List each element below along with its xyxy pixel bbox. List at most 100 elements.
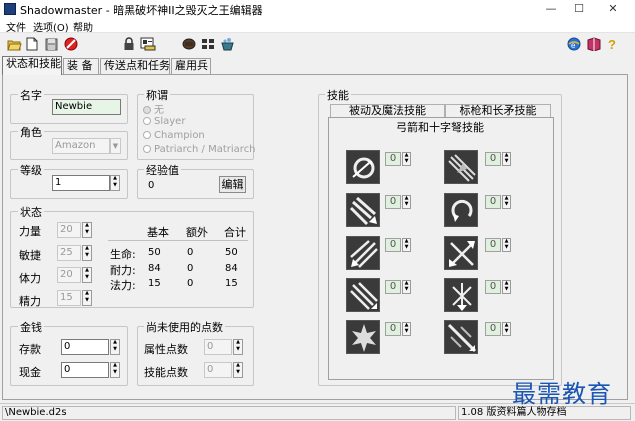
inventory-gold-stepper[interactable]: ▲ ▼: [110, 362, 120, 378]
freezing-arrow-skill-level[interactable]: 0: [485, 322, 501, 336]
gold-label: 金钱: [18, 319, 44, 335]
freezing-arrow-skill-icon[interactable]: [444, 320, 478, 354]
stash-gold-stepper[interactable]: ▲ ▼: [110, 339, 120, 355]
dexterity-stepper[interactable]: ▲ ▼: [82, 245, 92, 261]
multiple-shot-skill-icon[interactable]: [444, 193, 478, 227]
exploding-arrow-skill-icon[interactable]: [346, 236, 380, 270]
stamina-label: 耐力:: [110, 264, 136, 277]
title-option-label: Slayer: [154, 116, 186, 127]
close-button[interactable]: ✕: [600, 1, 626, 17]
maximize-button[interactable]: ☐: [566, 1, 592, 17]
text-block-icon[interactable]: [200, 36, 216, 52]
cancel-icon[interactable]: [63, 36, 79, 52]
fire-arrow-skill-level[interactable]: 0: [485, 152, 501, 166]
strafe-skill-icon[interactable]: [346, 320, 380, 354]
name-input[interactable]: Newbie: [52, 99, 121, 115]
ie-globe-icon[interactable]: e: [566, 36, 582, 52]
immolation-arrow-skill-stepper[interactable]: ▲ ▼: [502, 280, 511, 294]
menu-bar: 文件 选项(O) 帮助: [0, 18, 635, 34]
life-base: 50: [148, 247, 161, 258]
immolation-arrow-skill-icon[interactable]: [444, 278, 478, 312]
exploding-arrow-skill-stepper[interactable]: ▲ ▼: [402, 238, 411, 252]
skill-tab-bow-crossbow[interactable]: 弓箭和十字弩技能: [396, 119, 484, 135]
freezing-arrow-skill-stepper[interactable]: ▲ ▼: [502, 322, 511, 336]
magic-arrow-skill-stepper[interactable]: ▲ ▼: [402, 152, 411, 166]
vitality-input[interactable]: 20: [57, 267, 81, 283]
cold-arrow-skill-level[interactable]: 0: [385, 195, 401, 209]
tab-waypoints-quests[interactable]: 传送点和任务: [100, 58, 170, 74]
menu-options[interactable]: 选项(O): [33, 19, 69, 34]
tab-mercenary[interactable]: 雇用兵: [171, 58, 211, 74]
fire-arrow-skill-icon[interactable]: [444, 150, 478, 184]
help-question-icon[interactable]: ?: [604, 36, 620, 52]
stat-points-stepper[interactable]: ▲ ▼: [233, 339, 243, 355]
immolation-arrow-skill-level[interactable]: 0: [485, 280, 501, 294]
stash-gold-input[interactable]: 0: [61, 339, 109, 355]
fist-icon[interactable]: [181, 36, 197, 52]
energy-input[interactable]: 15: [57, 290, 81, 306]
stash-gold-label: 存款: [19, 343, 41, 356]
cauldron-icon[interactable]: [219, 36, 235, 52]
cold-arrow-skill-icon[interactable]: [346, 193, 380, 227]
skill-points-stepper[interactable]: ▲ ▼: [233, 362, 243, 378]
stamina-extra: 0: [187, 263, 194, 274]
strength-stepper[interactable]: ▲ ▼: [82, 222, 92, 238]
level-stepper[interactable]: ▲ ▼: [110, 175, 120, 191]
skill-points-input[interactable]: 0: [204, 362, 232, 378]
tab-equipment[interactable]: 装 备: [63, 58, 99, 74]
strafe-skill-stepper[interactable]: ▲ ▼: [402, 322, 411, 336]
magic-arrow-skill-icon[interactable]: [346, 150, 380, 184]
guided-arrow-skill-icon[interactable]: [346, 278, 380, 312]
cold-arrow-skill-stepper[interactable]: ▲ ▼: [402, 195, 411, 209]
strength-label: 力量: [19, 225, 41, 238]
new-file-icon[interactable]: [24, 36, 40, 52]
experience-value: 0: [148, 180, 155, 191]
strength-input[interactable]: 20: [57, 222, 81, 238]
toolbar: e ?: [0, 33, 635, 55]
mana-total: 15: [225, 278, 238, 289]
chevron-down-icon[interactable]: ▼: [110, 138, 121, 154]
title-radio-champion[interactable]: Champion: [143, 130, 205, 141]
level-input[interactable]: 1: [52, 175, 110, 191]
app-icon: [4, 3, 16, 15]
title-radio-patriarch[interactable]: Patriarch / Matriarch: [143, 144, 256, 155]
stat-points-label: 属性点数: [144, 343, 188, 356]
multiple-shot-skill-level[interactable]: 0: [485, 195, 501, 209]
skill-tab-passive-magic[interactable]: 被动及魔法技能: [330, 104, 445, 118]
stat-points-input[interactable]: 0: [204, 339, 232, 355]
guided-arrow-skill-level[interactable]: 0: [385, 280, 401, 294]
radio-dot-icon: [143, 117, 151, 125]
title-radio-none[interactable]: 无: [143, 101, 164, 116]
lock-icon[interactable]: [121, 36, 137, 52]
menu-file[interactable]: 文件: [6, 19, 26, 34]
vitality-stepper[interactable]: ▲ ▼: [82, 267, 92, 283]
magic-arrow-skill-level[interactable]: 0: [385, 152, 401, 166]
character-card-icon[interactable]: [140, 36, 156, 52]
ice-arrow-skill-stepper[interactable]: ▲ ▼: [502, 238, 511, 252]
dexterity-label: 敏捷: [19, 249, 41, 262]
guided-arrow-skill-stepper[interactable]: ▲ ▼: [402, 280, 411, 294]
mana-base: 15: [148, 278, 161, 289]
book-icon[interactable]: [585, 36, 601, 52]
header-base: 基本: [147, 226, 169, 239]
save-disk-icon[interactable]: [43, 36, 59, 52]
inventory-gold-input[interactable]: 0: [61, 362, 109, 378]
skill-tab-javelin-spear[interactable]: 标枪和长矛技能: [445, 104, 551, 118]
open-folder-icon[interactable]: [6, 36, 22, 52]
tab-status-skills[interactable]: 状态和技能: [2, 56, 62, 75]
skill-points-label: 技能点数: [144, 366, 188, 379]
strafe-skill-level[interactable]: 0: [385, 322, 401, 336]
multiple-shot-skill-stepper[interactable]: ▲ ▼: [502, 195, 511, 209]
ice-arrow-skill-level[interactable]: 0: [485, 238, 501, 252]
energy-stepper[interactable]: ▲ ▼: [82, 290, 92, 306]
minimize-button[interactable]: —: [538, 1, 564, 17]
class-select[interactable]: Amazon: [52, 138, 110, 154]
edit-experience-button[interactable]: 编辑: [219, 176, 246, 193]
menu-help[interactable]: 帮助: [73, 19, 93, 34]
ice-arrow-skill-icon[interactable]: [444, 236, 478, 270]
status-file-path: \Newbie.d2s: [2, 406, 456, 420]
title-radio-slayer[interactable]: Slayer: [143, 116, 185, 127]
fire-arrow-skill-stepper[interactable]: ▲ ▼: [502, 152, 511, 166]
dexterity-input[interactable]: 25: [57, 245, 81, 261]
exploding-arrow-skill-level[interactable]: 0: [385, 238, 401, 252]
